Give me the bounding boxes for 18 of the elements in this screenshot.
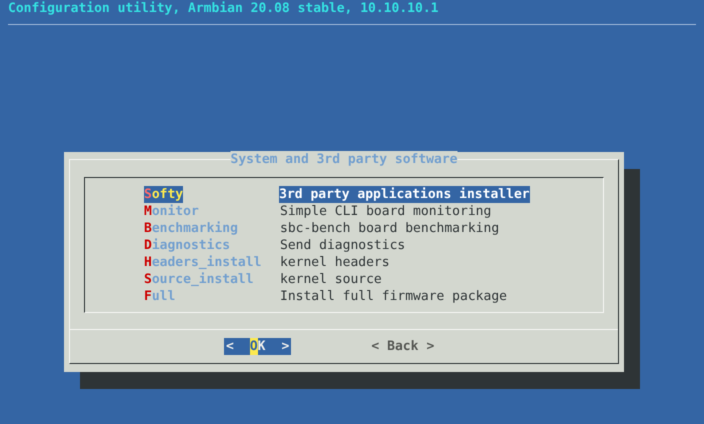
menu-item-description: Install full firmware package [280,288,507,305]
dialog-title: System and 3rd party software [230,151,458,168]
menu-item[interactable]: Headers_install [144,254,280,271]
menu-item[interactable]: Diagnostics [144,237,280,254]
menu-item[interactable]: Benchmarking [144,220,280,237]
menu-item-description: kernel headers [280,254,390,271]
menu-item-description: Simple CLI board monitoring [280,203,492,220]
window-title: Configuration utility, Armbian 20.08 stable, 10.10.10.1 [7,0,440,17]
menu-item[interactable]: Source_install [144,271,280,288]
menu-item-description: 3rd party applications installer [279,186,530,203]
menu-item[interactable]: Softy [144,186,184,203]
menu-item-description: kernel source [280,271,382,288]
back-button[interactable]: < Back > [371,338,434,355]
menu-item[interactable]: Monitor [144,203,280,220]
menu-item[interactable]: Full [144,288,280,305]
ok-button[interactable]: < OK > [224,338,292,355]
menu-item-description: Send diagnostics [280,237,406,254]
menu-item-description: sbc-bench board benchmarking [280,220,500,237]
